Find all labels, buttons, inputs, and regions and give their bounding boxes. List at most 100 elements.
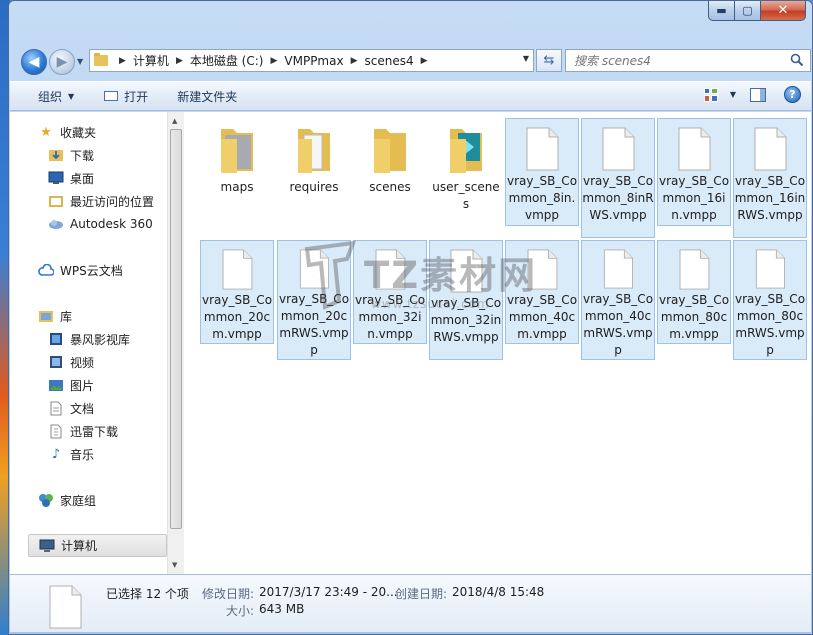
navigation-pane: ★ 收藏夹 下载 桌面 最近访问的位置 Autodesk 360 WPS云文档 … [10,112,183,574]
nav-item-desktop-label: 桌面 [70,171,95,186]
selection-count: 已选择 12 个项 [106,587,189,601]
chevron-right-icon[interactable]: ▶ [270,56,277,66]
file-icon [450,249,483,293]
3dsmax-folder-icon [450,129,482,173]
folder-tile[interactable]: user_scenes [429,118,503,214]
folder-icon [221,129,253,173]
maximize-button[interactable]: ▢ [735,1,761,21]
nav-item-thunder[interactable]: 迅雷下载 [48,421,118,441]
help-icon[interactable]: ? [784,86,801,103]
nav-item-recent[interactable]: 最近访问的位置 [48,191,154,211]
organize-button[interactable]: 组织 ▼ [38,81,74,111]
file-tile[interactable]: vray_SB_Common_20cm.vmpp [200,240,274,344]
file-tile[interactable]: vray_SB_Common_40cm.vmpp [505,240,579,344]
open-button[interactable]: 打开 [104,81,148,111]
forward-button[interactable]: ▶ [49,49,75,75]
nav-homegroup[interactable]: 家庭组 [38,490,96,510]
homegroup-icon [38,492,54,508]
nav-favorites[interactable]: ★ 收藏夹 [38,122,96,142]
size-label: 大小: [226,604,255,618]
file-name: vray_SB_Common_80cmRWS.vmpp [734,292,806,357]
file-tile[interactable]: vray_SB_Common_32in.vmpp [353,240,427,344]
view-options-dropdown-icon[interactable]: ▼ [730,90,736,99]
file-name: vray_SB_Common_32inRWS.vmpp [430,296,502,344]
nav-item-documents[interactable]: 文档 [48,398,94,418]
cloud-icon [38,262,54,278]
file-tile[interactable]: vray_SB_Common_16in.vmpp [657,118,731,226]
file-icon [603,249,633,289]
breadcrumb-vmppmax[interactable]: VMPPmax [284,54,343,68]
nav-item-download[interactable]: 下载 [48,145,94,165]
nav-item-pictures-label: 图片 [70,378,95,393]
address-dropdown-icon[interactable]: ▼ [523,54,529,63]
file-name: vray_SB_Common_16in.vmpp [658,174,730,222]
nav-item-autodesk[interactable]: Autodesk 360 [48,214,153,234]
refresh-button[interactable]: ⇆ [536,49,562,72]
nav-item-desktop[interactable]: 桌面 [48,168,94,188]
file-tile[interactable]: vray_SB_Common_8in.vmpp [505,118,579,226]
file-icon [602,127,635,171]
file-tile[interactable]: vray_SB_Common_80cm.vmpp [657,240,731,344]
video-library-icon [48,331,64,347]
file-tile[interactable]: vray_SB_Common_40cmRWS.vmpp [581,240,655,360]
chevron-right-icon[interactable]: ▶ [176,56,183,66]
file-name: vray_SB_Common_80cm.vmpp [658,293,730,341]
nav-item-thunder-label: 迅雷下载 [70,424,119,439]
search-box[interactable] [565,49,811,72]
explorer-window: ▬ ▢ ✕ ◀ ▶ ▼ ▶ 计算机 ▶ 本地磁盘 (C:) ▶ VMPPmax … [8,0,813,635]
nav-item-pictures[interactable]: 图片 [48,375,94,395]
breadcrumb-local-disk[interactable]: 本地磁盘 (C:) [190,52,264,69]
refresh-icon: ⇆ [543,53,555,68]
nav-library[interactable]: 库 [38,306,72,326]
file-icon [375,249,406,290]
nav-wps[interactable]: WPS云文档 [38,260,123,280]
file-tile[interactable]: vray_SB_Common_16inRWS.vmpp [733,118,807,238]
minimize-button[interactable]: ▬ [708,1,735,21]
chevron-right-icon[interactable]: ▶ [421,56,428,66]
nav-wps-label: WPS云文档 [60,263,123,278]
folder-tile[interactable]: maps [200,118,274,197]
toolbar-right-group: ▼ ? [703,86,801,103]
file-tile[interactable]: vray_SB_Common_32inRWS.vmpp [429,240,503,360]
breadcrumb-scenes4[interactable]: scenes4 [365,54,414,68]
scroll-down-arrow-icon[interactable]: ▼ [172,561,177,569]
autodesk-cloud-icon [48,216,64,232]
organize-label: 组织 [38,89,63,104]
folder-tile[interactable]: requires [277,118,351,197]
file-icon [49,585,82,629]
nav-item-video-label: 视频 [70,355,95,370]
size-value: 643 MB [259,602,305,616]
file-tile[interactable]: vray_SB_Common_20cmRWS.vmpp [277,240,351,360]
recent-pages-dropdown[interactable]: ▼ [77,57,83,66]
file-tile[interactable]: vray_SB_Common_8inRWS.vmpp [581,118,655,238]
address-bar[interactable]: ▶ 计算机 ▶ 本地磁盘 (C:) ▶ VMPPmax ▶ scenes4 ▶ … [89,49,534,72]
nav-item-baofeng[interactable]: 暴风影视库 [48,329,130,349]
computer-icon [39,538,55,554]
music-icon: ♪ [51,446,61,462]
navigation-scrollbar[interactable]: ▲ ▼ [167,112,184,574]
scrollbar-thumb[interactable] [170,129,182,529]
breadcrumb-computer[interactable]: 计算机 [133,52,169,69]
search-icon[interactable] [790,53,804,67]
change-view-icon[interactable] [703,87,718,102]
file-icon [679,249,710,290]
nav-item-music[interactable]: ♪ 音乐 [48,444,94,464]
search-input[interactable] [574,53,784,68]
file-icon [299,249,329,289]
new-folder-button[interactable]: 新建文件夹 [177,81,237,111]
nav-item-video[interactable]: 视频 [48,352,94,372]
folder-tile[interactable]: scenes [353,118,427,197]
file-name: vray_SB_Common_8inRWS.vmpp [582,174,654,222]
nav-computer[interactable]: 计算机 [28,534,167,557]
folder-icon [94,53,108,66]
scroll-up-arrow-icon[interactable]: ▲ [172,117,177,125]
preview-pane-icon[interactable] [750,87,766,102]
chevron-right-icon[interactable]: ▶ [119,56,126,66]
file-icon [527,249,558,290]
nav-favorites-label: 收藏夹 [60,125,97,140]
file-name: user_scenes [432,180,500,211]
file-tile[interactable]: vray_SB_Common_80cmRWS.vmpp [733,240,807,360]
chevron-right-icon[interactable]: ▶ [351,56,358,66]
back-button[interactable]: ◀ [21,49,47,75]
close-button[interactable]: ✕ [761,1,806,21]
